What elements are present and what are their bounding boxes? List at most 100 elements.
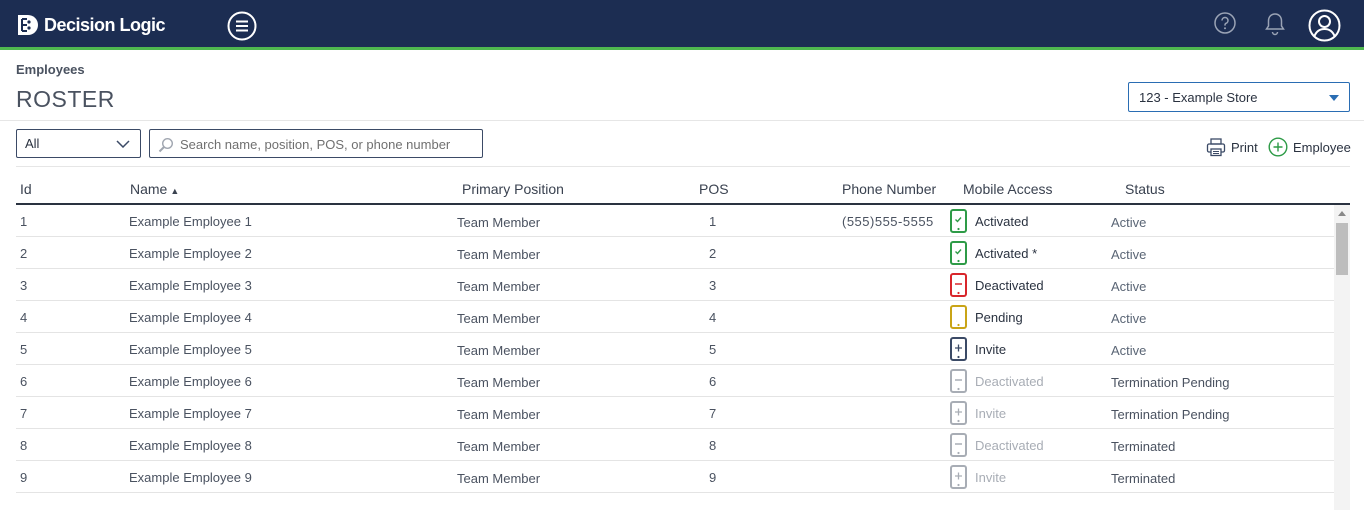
column-header-name[interactable]: Name ▲ bbox=[130, 181, 179, 197]
cell-pos: 8 bbox=[709, 438, 717, 453]
table-row[interactable]: 2 Example Employee 2 Team Member 2 Activated… bbox=[16, 237, 1334, 269]
column-header-pos[interactable]: POS bbox=[699, 181, 729, 197]
cell-name: Example Employee 9 bbox=[129, 470, 252, 485]
table-header: Id Name ▲ Primary Position POS Phone Numb… bbox=[16, 178, 1350, 205]
cell-status: Terminated bbox=[1111, 439, 1176, 454]
help-button[interactable] bbox=[1213, 11, 1237, 40]
mobile-phone-deactivated-muted-icon bbox=[950, 369, 967, 396]
cell-primary-position: Team Member bbox=[457, 247, 541, 262]
table-row[interactable]: 1 Example Employee 1 Team Member 1 (555)555-… bbox=[16, 205, 1334, 237]
cell-id: 1 bbox=[20, 214, 28, 229]
table-body: 1 Example Employee 1 Team Member 1 (555)555-… bbox=[16, 205, 1334, 493]
mobile-phone-deactivated-icon bbox=[950, 273, 967, 300]
mobile-phone-activated-icon bbox=[950, 241, 967, 268]
cell-primary-position: Team Member bbox=[457, 311, 541, 326]
column-header-phone[interactable]: Phone Number bbox=[842, 181, 936, 197]
cell-name: Example Employee 7 bbox=[129, 406, 252, 421]
notifications-button[interactable] bbox=[1263, 11, 1287, 42]
cell-name: Example Employee 4 bbox=[129, 310, 252, 325]
column-header-status[interactable]: Status bbox=[1125, 181, 1165, 197]
cell-mobile-access: Pending bbox=[975, 310, 1023, 325]
cell-name: Example Employee 8 bbox=[129, 438, 252, 453]
table-scrollbar[interactable] bbox=[1334, 205, 1350, 510]
cell-id: 2 bbox=[20, 246, 28, 261]
cell-primary-position: Team Member bbox=[457, 471, 541, 486]
cell-mobile-access: Deactivated bbox=[975, 438, 1044, 453]
table-row[interactable]: 5 Example Employee 5 Team Member 5 Invite Act… bbox=[16, 333, 1334, 365]
cell-primary-position: Team Member bbox=[457, 407, 541, 422]
cell-pos: 2 bbox=[709, 246, 717, 261]
table-row[interactable]: 8 Example Employee 8 Team Member 8 Deactivat… bbox=[16, 429, 1334, 461]
cell-status: Termination Pending bbox=[1111, 407, 1230, 422]
chevron-down-icon bbox=[116, 140, 130, 148]
scrollbar-thumb[interactable] bbox=[1336, 223, 1348, 275]
cell-mobile-access: Activated * bbox=[975, 246, 1038, 261]
table-row[interactable]: 3 Example Employee 3 Team Member 3 Deactivat… bbox=[16, 269, 1334, 301]
mobile-phone-invite-icon bbox=[950, 337, 967, 364]
divider bbox=[16, 166, 1350, 167]
search-input[interactable] bbox=[180, 134, 475, 154]
table-row[interactable]: 7 Example Employee 7 Team Member 7 Invite Ter… bbox=[16, 397, 1334, 429]
cell-primary-position: Team Member bbox=[457, 343, 541, 358]
cell-primary-position: Team Member bbox=[457, 215, 541, 230]
print-button[interactable]: Print bbox=[1206, 137, 1258, 157]
cell-name: Example Employee 5 bbox=[129, 342, 252, 357]
mobile-phone-activated-icon bbox=[950, 209, 967, 236]
user-account-button[interactable] bbox=[1308, 9, 1341, 47]
mobile-phone-invite-muted-icon bbox=[950, 401, 967, 428]
column-header-mobile-access[interactable]: Mobile Access bbox=[963, 181, 1052, 197]
cell-status: Active bbox=[1111, 343, 1147, 358]
cell-phone: (555)555-5555 bbox=[842, 214, 934, 229]
column-header-id[interactable]: Id bbox=[20, 181, 32, 197]
cell-pos: 7 bbox=[709, 406, 717, 421]
cell-pos: 6 bbox=[709, 374, 717, 389]
cell-status: Terminated bbox=[1111, 471, 1176, 486]
column-header-primary-position[interactable]: Primary Position bbox=[462, 181, 564, 197]
app-logo[interactable]: Decision Logic bbox=[16, 13, 166, 37]
plus-circle-icon bbox=[1268, 137, 1288, 157]
divider bbox=[0, 120, 1364, 121]
cell-mobile-access: Deactivated bbox=[975, 278, 1044, 293]
store-select[interactable]: 123 - Example Store bbox=[1128, 82, 1350, 112]
cell-id: 6 bbox=[20, 374, 28, 389]
top-nav-bar: Decision Logic bbox=[0, 0, 1364, 50]
breadcrumb[interactable]: Employees bbox=[16, 62, 85, 77]
cell-primary-position: Team Member bbox=[457, 375, 541, 390]
cell-primary-position: Team Member bbox=[457, 439, 541, 454]
cell-status: Active bbox=[1111, 279, 1147, 294]
cell-id: 3 bbox=[20, 278, 28, 293]
scroll-up-arrow-icon[interactable] bbox=[1338, 211, 1346, 216]
status-filter-select[interactable]: All bbox=[16, 129, 141, 158]
add-employee-label: Employee bbox=[1293, 139, 1351, 155]
search-icon bbox=[158, 137, 174, 153]
cell-id: 4 bbox=[20, 310, 28, 325]
cell-status: Active bbox=[1111, 311, 1147, 326]
sort-ascending-icon: ▲ bbox=[170, 186, 180, 196]
cell-id: 8 bbox=[20, 438, 28, 453]
store-select-value: 123 - Example Store bbox=[1139, 90, 1258, 105]
hamburger-menu-icon bbox=[227, 11, 257, 41]
user-account-icon bbox=[1308, 9, 1341, 42]
print-label: Print bbox=[1231, 139, 1258, 155]
cell-mobile-access: Deactivated bbox=[975, 374, 1044, 389]
table-row[interactable]: 9 Example Employee 9 Team Member 9 Invite Ter… bbox=[16, 461, 1334, 493]
cell-name: Example Employee 1 bbox=[129, 214, 252, 229]
hamburger-menu-button[interactable] bbox=[227, 11, 257, 41]
cell-status: Active bbox=[1111, 247, 1147, 262]
caret-down-icon bbox=[1329, 95, 1339, 101]
column-header-name-label: Name bbox=[130, 181, 168, 197]
table-row[interactable]: 6 Example Employee 6 Team Member 6 Deactivat… bbox=[16, 365, 1334, 397]
bell-icon bbox=[1265, 13, 1285, 36]
status-filter-value: All bbox=[25, 136, 40, 151]
page-title: ROSTER bbox=[16, 86, 115, 112]
add-employee-button[interactable]: Employee bbox=[1268, 137, 1351, 157]
mobile-phone-pending-icon bbox=[950, 305, 967, 332]
cell-mobile-access: Invite bbox=[975, 470, 1007, 485]
cell-mobile-access: Invite bbox=[975, 342, 1007, 357]
decision-logic-logo-icon bbox=[16, 13, 38, 37]
cell-name: Example Employee 2 bbox=[129, 246, 252, 261]
search-box bbox=[149, 129, 483, 158]
cell-name: Example Employee 6 bbox=[129, 374, 252, 389]
mobile-phone-invite-muted-icon bbox=[950, 465, 967, 492]
table-row[interactable]: 4 Example Employee 4 Team Member 4 Pending Ac… bbox=[16, 301, 1334, 333]
